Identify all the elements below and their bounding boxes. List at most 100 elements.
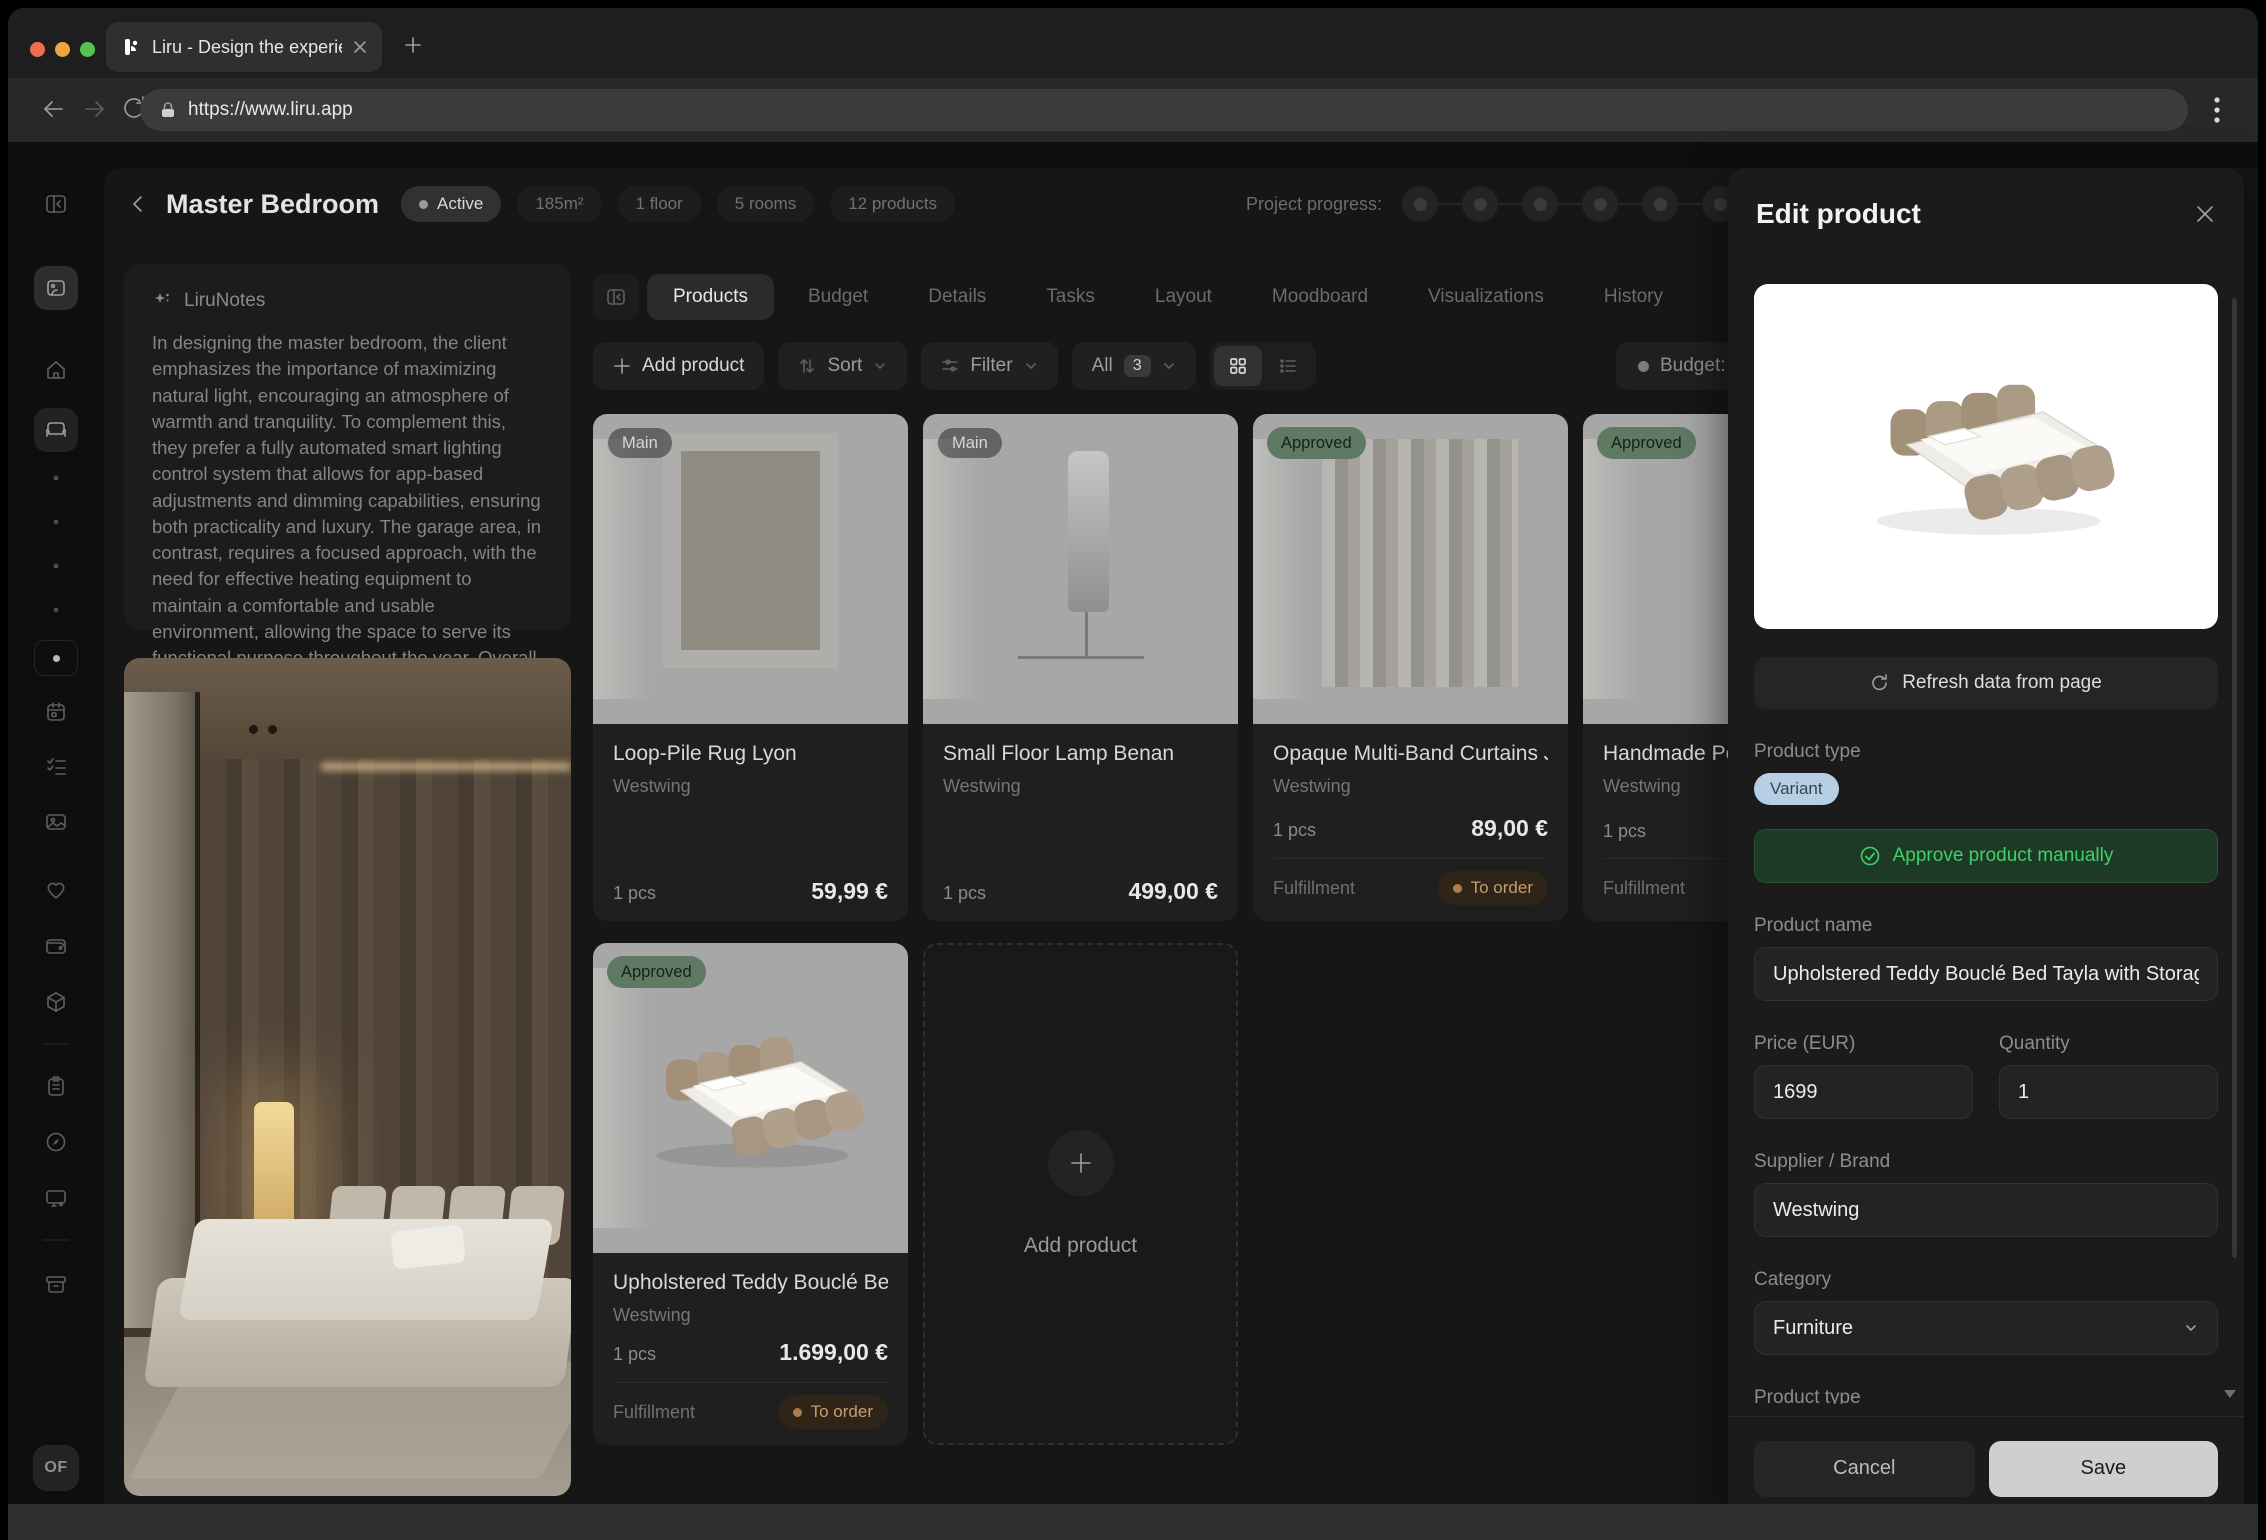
to-order-badge[interactable]: To order	[778, 1395, 888, 1429]
to-order-badge[interactable]: To order	[1438, 871, 1548, 905]
wallet-icon[interactable]	[44, 934, 68, 958]
browser-tab[interactable]: Liru - Design the experience	[106, 22, 382, 72]
product-name: Small Floor Lamp Benan	[943, 742, 1218, 766]
quantity-input[interactable]	[1999, 1065, 2218, 1119]
panel-scroll-area: Refresh data from page Product type Vari…	[1728, 260, 2244, 1404]
close-window-button[interactable]	[30, 42, 45, 57]
product-card-lamp[interactable]: Main Small Floor Lamp Benan Westwing 1 p…	[923, 414, 1238, 921]
approved-badge: Approved	[1597, 427, 1696, 459]
tab-layout[interactable]: Layout	[1129, 274, 1238, 320]
panel-scrollbar[interactable]	[2232, 298, 2237, 1258]
page-dot-2[interactable]	[54, 520, 59, 525]
back-chevron-icon[interactable]	[128, 193, 150, 215]
minimize-window-button[interactable]	[55, 42, 70, 57]
maximize-window-button[interactable]	[80, 42, 95, 57]
project-tabs: Products Budget Details Tasks Layout Moo…	[593, 274, 1689, 320]
tab-moodboard[interactable]: Moodboard	[1246, 274, 1394, 320]
product-image: Approved	[593, 943, 908, 1253]
tab-title: Liru - Design the experience	[152, 37, 342, 58]
forward-icon[interactable]	[80, 94, 110, 124]
browser-window: Liru - Design the experience https://www…	[8, 8, 2258, 1540]
product-card-rug[interactable]: Main Loop-Pile Rug Lyon Westwing 1 pcs 5…	[593, 414, 908, 921]
product-qty: 1 pcs	[943, 883, 986, 904]
add-product-card[interactable]: Add product	[923, 943, 1238, 1445]
favorites-heart-icon[interactable]	[44, 878, 68, 902]
chevron-down-icon	[2183, 1320, 2199, 1336]
chevron-down-icon	[1162, 359, 1176, 373]
supplier-input[interactable]	[1754, 1183, 2218, 1237]
save-button[interactable]: Save	[1989, 1441, 2218, 1497]
close-panel-icon[interactable]	[2194, 203, 2216, 225]
project-header: Master Bedroom Active 185m² 1 floor 5 ro…	[128, 186, 955, 222]
sidebar-item-furniture[interactable]	[34, 408, 78, 452]
main-badge: Main	[937, 427, 1003, 459]
progress-step[interactable]	[1582, 186, 1618, 222]
tab-products[interactable]: Products	[647, 274, 774, 320]
list-view-button[interactable]	[1264, 346, 1312, 386]
cancel-button[interactable]: Cancel	[1754, 1441, 1975, 1497]
product-qty: 1 pcs	[1603, 821, 1646, 842]
product-card-bed[interactable]: Approved Upholstered Teddy Bouclé Bed … …	[593, 943, 908, 1445]
images-icon[interactable]	[44, 810, 68, 834]
product-qty: 1 pcs	[613, 1344, 656, 1365]
fulfillment-label: Fulfillment	[1603, 878, 1685, 899]
bed-illustration	[1836, 342, 2136, 572]
collapse-sidebar-icon[interactable]	[44, 192, 68, 216]
category-select[interactable]: Furniture	[1754, 1301, 2218, 1355]
product-price: 59,99 €	[811, 878, 888, 905]
tab-history[interactable]: History	[1578, 274, 1689, 320]
progress-step[interactable]	[1402, 186, 1438, 222]
tab-visualizations[interactable]: Visualizations	[1402, 274, 1570, 320]
page-dot-1[interactable]	[54, 476, 59, 481]
sidebar-divider	[43, 1044, 69, 1045]
status-badge: Active	[401, 186, 501, 222]
scope-filter-button[interactable]: All 3	[1072, 342, 1196, 390]
clipboard-icon[interactable]	[44, 1074, 68, 1098]
variant-chip: Variant	[1754, 773, 1839, 805]
chevron-down-icon	[873, 359, 887, 373]
url-bar[interactable]: https://www.liru.app	[140, 89, 2188, 131]
progress-step[interactable]	[1642, 186, 1678, 222]
compass-icon[interactable]	[44, 1130, 68, 1154]
user-avatar[interactable]: OF	[33, 1445, 79, 1491]
refresh-data-button[interactable]: Refresh data from page	[1754, 657, 2218, 709]
home-icon[interactable]	[44, 358, 68, 382]
progress-step[interactable]	[1522, 186, 1558, 222]
grid-icon	[1228, 356, 1248, 376]
tab-details[interactable]: Details	[902, 274, 1012, 320]
product-name-input[interactable]	[1754, 947, 2218, 1001]
grid-view-button[interactable]	[1214, 346, 1262, 386]
tab-tasks[interactable]: Tasks	[1020, 274, 1121, 320]
page-dot-active[interactable]	[34, 640, 78, 676]
sparkle-icon	[152, 290, 174, 312]
fulfillment-label: Fulfillment	[1273, 878, 1355, 899]
sort-button[interactable]: Sort	[778, 342, 907, 390]
price-input[interactable]	[1754, 1065, 1973, 1119]
page-dot-4[interactable]	[54, 608, 59, 613]
price-label: Price (EUR)	[1754, 1033, 1973, 1055]
page-dot-3[interactable]	[54, 564, 59, 569]
progress-step[interactable]	[1462, 186, 1498, 222]
calendar-icon[interactable]	[44, 700, 68, 724]
tab-budget[interactable]: Budget	[782, 274, 894, 320]
liru-notes-card: LiruNotes In designing the master bedroo…	[124, 264, 571, 630]
swatches-logo-button[interactable]	[34, 266, 78, 310]
window-bottom-strip	[8, 1504, 2258, 1540]
package-cube-icon[interactable]	[44, 990, 68, 1014]
tasks-checklist-icon[interactable]	[44, 754, 68, 778]
monitor-star-icon[interactable]	[43, 1185, 69, 1211]
add-product-button[interactable]: Add product	[593, 342, 764, 390]
product-card-curtains[interactable]: Approved Opaque Multi-Band Curtains Je… …	[1253, 414, 1568, 921]
browser-menu-icon[interactable]	[2214, 96, 2220, 124]
product-image-preview	[1754, 284, 2218, 629]
new-tab-icon[interactable]	[404, 36, 422, 54]
close-tab-icon[interactable]	[352, 39, 368, 55]
list-icon	[1278, 356, 1298, 376]
floors-badge: 1 floor	[618, 186, 701, 222]
products-toolbar: Add product Sort Filter All 3	[593, 342, 1316, 390]
approve-product-button[interactable]: Approve product manually	[1754, 829, 2218, 883]
panel-toggle-icon[interactable]	[593, 274, 639, 320]
back-icon[interactable]	[38, 94, 68, 124]
filter-button[interactable]: Filter	[921, 342, 1057, 390]
archive-icon[interactable]	[44, 1272, 68, 1296]
